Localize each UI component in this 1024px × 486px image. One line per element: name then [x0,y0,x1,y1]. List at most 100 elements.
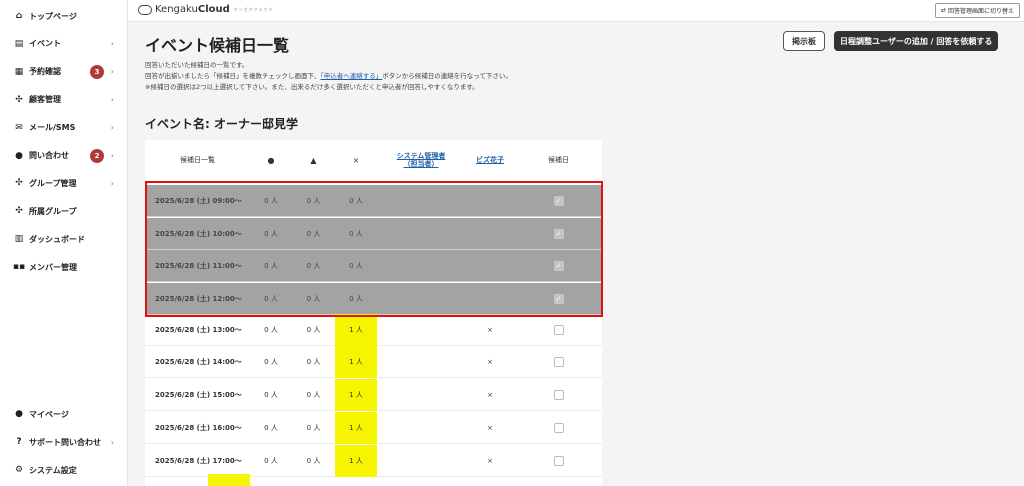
calendar-icon: ▦ [14,66,24,77]
sidebar-item-label: トップページ [29,11,77,21]
biz-hanako-answer-cell: × [487,326,493,334]
sidebar-item-label: サポート問い合わせ [29,437,101,447]
system-admin-answer-cell [377,379,465,411]
cloud-logo-icon [138,4,152,15]
event-name: イベント名: オーナー邸見学 [145,117,298,131]
table-row[interactable]: 2025/6/28 (土) 13:00〜 0 人 0 人 1 人 × [145,314,602,346]
logo[interactable]: Kengaku Cloud ケンガククラウド [138,4,274,15]
sidebar-item-mail[interactable]: ✉ メール/SMS › [14,120,126,136]
sidebar-item-group-member[interactable]: ✣ 所属グループ [14,203,126,219]
candidate-checkbox[interactable] [553,325,564,335]
system-admin-answer-cell [377,346,465,378]
sidebar-item-group[interactable]: ✣ グループ管理 › [14,175,126,191]
description-line-2-after: ボタンから候補日の連絡を行なって下さい。 [382,72,512,80]
candidate-checkbox[interactable]: ✓ [553,196,564,206]
page-title: イベント候補日一覧 [145,36,290,55]
triangle-count-cell: 0 人 [306,262,321,270]
cross-count-cell: 0 人 [349,197,363,205]
biz-hanako-answer-cell [465,250,515,282]
date-cell: 2025/6/28 (土) 13:00〜 [155,326,242,334]
sidebar-item-label: 顧客管理 [29,95,61,105]
sidebar-item-label: 予約確認 [29,67,61,77]
table-row[interactable]: 2025/6/28 (土) 12:00〜 0 人 0 人 0 人 ✓ [145,283,602,315]
cross-count-cell: 0 人 [349,295,363,303]
cross-count-cell: 1 人 [335,314,377,346]
candidate-checkbox[interactable] [553,456,564,466]
switch-to-answer-view-button[interactable]: ⇄ 回答管理画面に切り替え [934,3,1020,18]
candidate-checkbox[interactable]: ✓ [553,229,564,239]
chevron-right-icon: › [110,95,114,105]
biz-hanako-answer-cell [465,283,515,315]
triangle-count-cell: 0 人 [306,424,321,432]
sidebar-item-users[interactable]: ✣ 顧客管理 › [14,92,126,108]
chat-icon: ● [15,150,23,161]
candidate-checkbox-cell [515,379,602,411]
candidate-checkbox[interactable] [553,423,564,433]
sidebar-item-calendar[interactable]: ▦ 予約確認 3 › [14,64,126,80]
triangle-count-cell: 0 人 [306,230,321,238]
top-bar: Kengaku Cloud ケンガククラウド ⇄ 回答管理画面に切り替え [128,0,1024,22]
add-user-request-button[interactable]: 日程調整ユーザーの追加 / 回答を依頼する [834,31,999,51]
main-content: イベント候補日一覧 掲示板 日程調整ユーザーの追加 / 回答を依頼する 回答いた… [128,22,1024,486]
system-admin-answer-cell [377,283,465,315]
sidebar-item-gear[interactable]: ⚙ システム設定 [14,462,126,478]
table-row[interactable]: 2025/6/28 (土) 17:00〜 0 人 0 人 1 人 × [145,445,602,477]
contact-applicant-link[interactable]: 「申込者へ連絡する」 [321,72,383,80]
header-cross: × [352,155,360,165]
board-button[interactable]: 掲示板 [783,31,825,51]
table-row[interactable]: 2025/6/28 (土) 15:00〜 0 人 0 人 1 人 × [145,379,602,411]
system-admin-answer-cell [377,250,465,282]
system-admin-answer-cell [377,314,465,346]
circle-count-cell: 0 人 [264,295,278,303]
circle-count-cell: 0 人 [264,391,278,399]
table-row[interactable]: 2025/6/28 (土) 09:00〜 0 人 0 人 0 人 ✓ [145,185,602,217]
sidebar-item-chat[interactable]: ● 問い合わせ 2 › [14,148,126,164]
switch-icon: ⇄ [940,7,946,14]
candidate-checkbox[interactable]: ✓ [553,294,564,304]
circle-count-cell: 0 人 [264,197,278,205]
biz-hanako-answer-cell: × [487,358,493,366]
description-line-1: 回答いただいた候補日の一覧です。 [145,61,249,69]
header-user-system-admin[interactable]: システム管理者 （担当者） [377,140,465,182]
sidebar-item-label: メンバー管理 [29,262,77,272]
candidate-checkbox[interactable] [553,390,564,400]
table-row[interactable]: 2025/6/28 (土) 11:00〜 0 人 0 人 0 人 ✓ [145,250,602,282]
sidebar-item-person[interactable]: ● マイページ [14,406,126,422]
date-cell: 2025/6/28 (土) 11:00〜 [155,262,242,270]
header-triangle: ▲ [310,155,317,165]
chevron-right-icon: › [110,123,114,133]
system-admin-answer-cell [377,185,465,217]
sidebar-item-label: メール/SMS [29,123,76,133]
sidebar-item-grid[interactable]: ▪▪ メンバー管理 [13,259,126,275]
candidate-checkbox-cell [515,445,602,477]
sidebar-item-label: グループ管理 [29,178,77,188]
date-cell: 2025/6/28 (土) 14:00〜 [155,358,242,366]
chevron-right-icon: › [110,67,114,77]
biz-hanako-answer-cell [465,218,515,250]
candidate-checkbox-cell: ✓ [515,185,602,217]
candidate-date-table: 候補日一覧 ● ▲ × システム管理者 （担当者） ビズ花子 候補日 2025/… [145,140,602,486]
document-icon: ▤ [14,38,24,49]
sidebar-item-label: マイページ [29,409,69,419]
system-admin-answer-cell [377,412,465,444]
table-row[interactable]: 2025/6/28 (土) 14:00〜 0 人 0 人 1 人 × [145,346,602,378]
candidate-checkbox[interactable] [553,357,564,367]
logo-text-bold: Cloud [197,4,230,15]
sidebar-item-help[interactable]: ? サポート問い合わせ › [14,434,126,450]
group-icon: ✣ [15,178,23,189]
sidebar-item-home[interactable]: ⌂ トップページ [14,8,126,24]
header-user-biz-hanako[interactable]: ビズ花子 [465,140,515,182]
candidate-checkbox-cell: ✓ [515,283,602,315]
help-icon: ? [16,437,22,447]
table-row[interactable]: 2025/6/28 (土) 16:00〜 0 人 0 人 1 人 × [145,412,602,444]
table-row[interactable]: 2025/6/28 (土) 10:00〜 0 人 0 人 0 人 ✓ [145,218,602,250]
sidebar-item-label: ダッシュボード [29,234,85,244]
sidebar-item-document[interactable]: ▤ イベント › [14,36,126,52]
header-candidate: 候補日 [548,156,569,165]
sidebar-item-label: 問い合わせ [29,151,69,160]
candidate-checkbox[interactable]: ✓ [553,261,564,271]
header-date: 候補日一覧 [180,156,215,165]
cross-column-highlight-continued [208,474,250,486]
biz-hanako-answer-cell: × [487,391,493,399]
sidebar-item-chart[interactable]: ▥ ダッシュボード [14,231,126,247]
